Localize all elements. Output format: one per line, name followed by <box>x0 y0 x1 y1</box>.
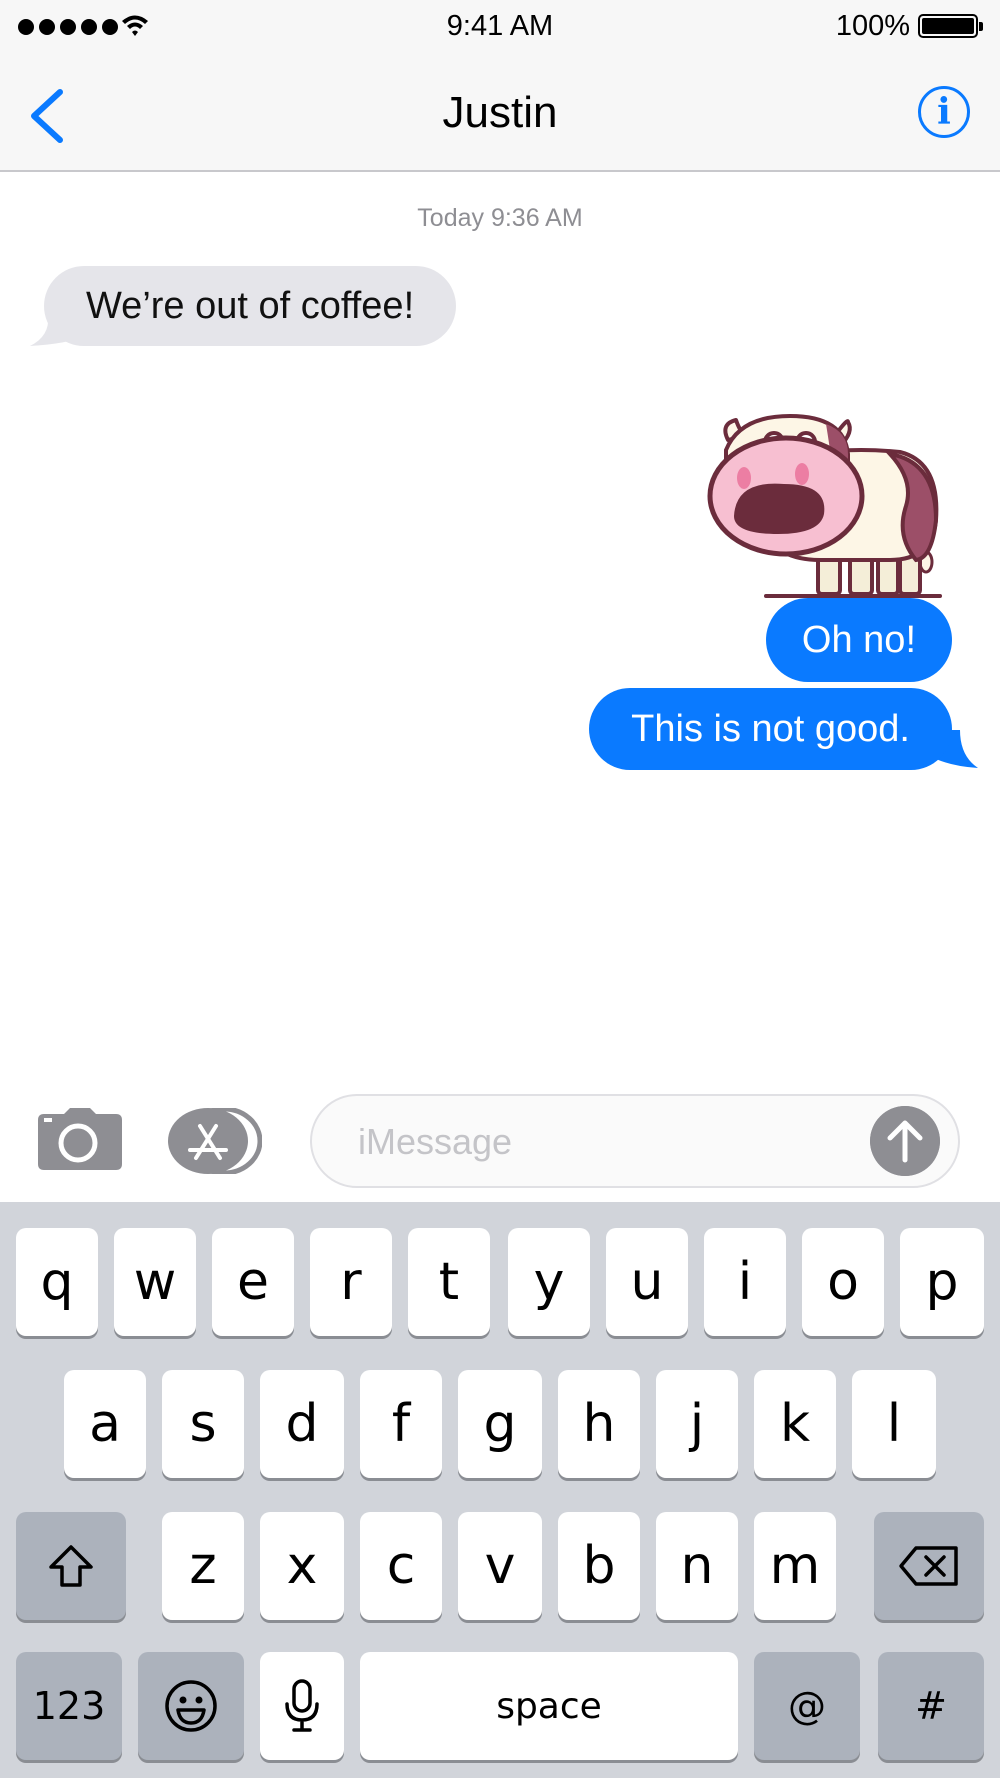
key-t[interactable]: t <box>408 1228 490 1336</box>
camera-icon[interactable] <box>38 1108 122 1170</box>
battery-icon <box>918 14 983 38</box>
message-input[interactable] <box>356 1118 840 1166</box>
key-o[interactable]: o <box>802 1228 884 1336</box>
send-arrow-icon[interactable] <box>870 1106 940 1176</box>
key-c[interactable]: c <box>360 1512 442 1620</box>
key-m[interactable]: m <box>754 1512 836 1620</box>
battery-percentage: 100% <box>835 10 910 42</box>
app-store-icon[interactable] <box>168 1108 262 1174</box>
status-bar: 9:41 AM 100% <box>0 0 1000 52</box>
received-message[interactable]: We’re out of coffee! <box>44 266 457 346</box>
shift-icon <box>49 1545 93 1587</box>
key-g[interactable]: g <box>458 1370 542 1478</box>
key-y[interactable]: y <box>508 1228 590 1336</box>
numbers-key[interactable]: 123 <box>16 1652 122 1760</box>
info-icon[interactable]: i <box>918 86 970 138</box>
message-input-field[interactable] <box>310 1094 960 1188</box>
key-a[interactable]: a <box>64 1370 146 1478</box>
key-k[interactable]: k <box>754 1370 836 1478</box>
microphone-icon <box>285 1679 319 1732</box>
emoji-icon <box>165 1680 217 1732</box>
sent-message[interactable]: Oh no! <box>765 598 952 682</box>
key-f[interactable]: f <box>360 1370 442 1478</box>
key-l[interactable]: l <box>852 1370 936 1478</box>
keyboard: q w e r t y u i o p a s d f g h j k l z … <box>0 1202 1000 1778</box>
key-n[interactable]: n <box>656 1512 738 1620</box>
at-key[interactable]: @ <box>754 1652 860 1760</box>
emoji-key[interactable] <box>138 1652 244 1760</box>
hash-key[interactable]: # <box>878 1652 984 1760</box>
key-v[interactable]: v <box>458 1512 542 1620</box>
key-i[interactable]: i <box>704 1228 786 1336</box>
key-h[interactable]: h <box>558 1370 640 1478</box>
key-j[interactable]: j <box>656 1370 738 1478</box>
shift-key[interactable] <box>16 1512 126 1620</box>
contact-name[interactable]: Justin <box>0 88 1000 138</box>
surprised-cow-sticker[interactable] <box>700 410 950 600</box>
delete-key[interactable] <box>874 1512 984 1620</box>
key-p[interactable]: p <box>900 1228 984 1336</box>
key-b[interactable]: b <box>558 1512 640 1620</box>
key-w[interactable]: w <box>114 1228 196 1336</box>
key-s[interactable]: s <box>162 1370 244 1478</box>
key-u[interactable]: u <box>606 1228 688 1336</box>
key-z[interactable]: z <box>162 1512 244 1620</box>
sent-message[interactable]: This is not good. <box>589 688 952 770</box>
navigation-bar: Justin i <box>0 52 1000 172</box>
key-x[interactable]: x <box>260 1512 344 1620</box>
backspace-icon <box>899 1546 958 1586</box>
key-e[interactable]: e <box>212 1228 294 1336</box>
space-key[interactable]: space <box>360 1652 738 1760</box>
key-q[interactable]: q <box>16 1228 98 1336</box>
message-timestamp: Today 9:36 AM <box>417 204 583 232</box>
key-r[interactable]: r <box>310 1228 392 1336</box>
dictation-key[interactable] <box>260 1652 344 1760</box>
key-d[interactable]: d <box>260 1370 344 1478</box>
